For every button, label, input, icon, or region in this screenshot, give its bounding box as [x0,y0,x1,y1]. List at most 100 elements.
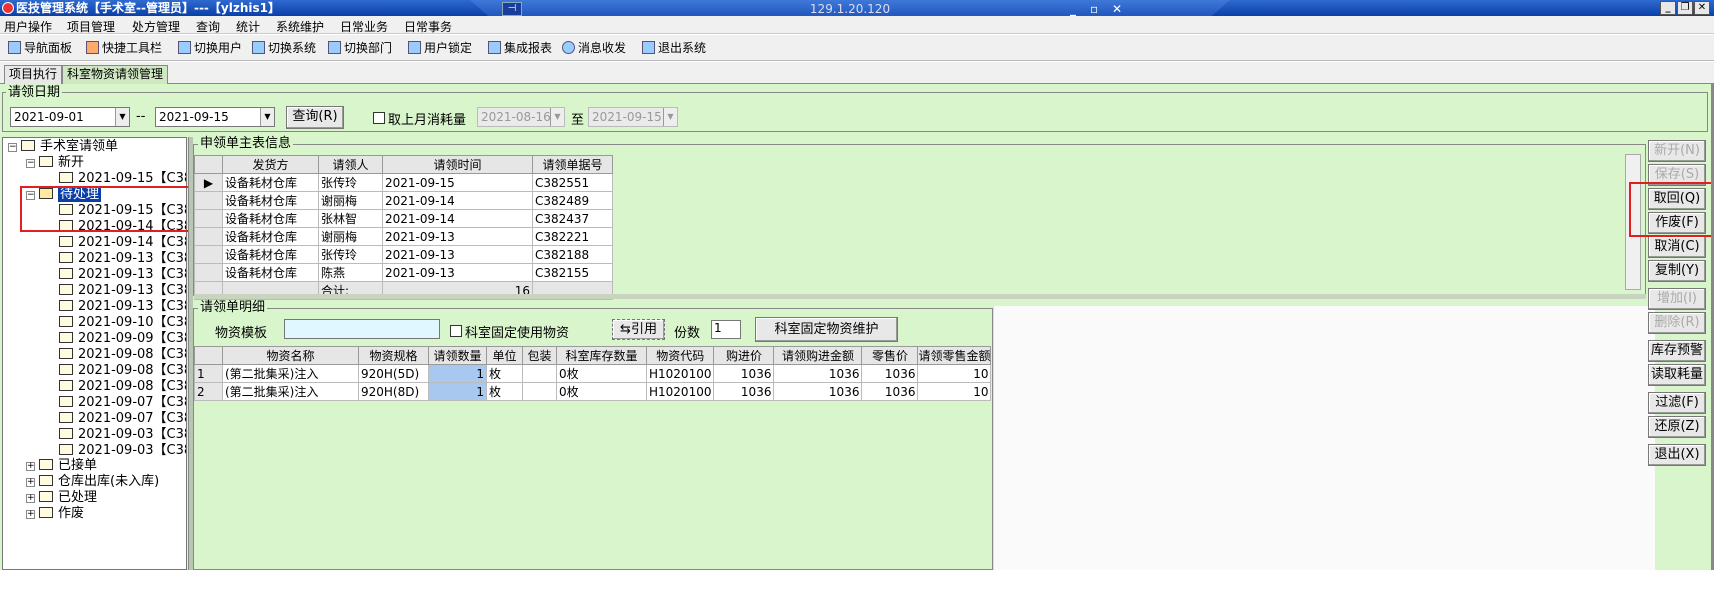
tab-supply-request[interactable]: 科室物资请领管理 [62,65,169,84]
table-cell[interactable]: 枚 [486,382,523,401]
table-cell[interactable]: 1036 [713,382,775,401]
tree-item-pending[interactable]: 2021-09-13【C38 [59,267,186,283]
pin-icon[interactable]: ⊣ [502,2,522,16]
row-header[interactable]: ▶ [194,173,223,192]
table-row[interactable]: 2 (第二批集采)注入 920H(8D) 1 枚 0枚 H1020100 1036 1036 10… [194,382,992,401]
tree-item-pending[interactable]: 2021-09-08【C38 [59,347,186,363]
col-header[interactable]: 请领单据号 [532,155,613,174]
minimize-icon[interactable]: _ [1660,1,1676,15]
close-icon[interactable]: ✕ [1694,1,1710,15]
col-header[interactable]: 请领人 [318,155,383,174]
col-header[interactable]: 请领数量 [428,346,487,365]
table-cell[interactable]: 10 [917,382,992,401]
table-cell[interactable]: 张林智 [318,209,383,228]
table-cell[interactable]: 设备耗材仓库 [222,173,319,192]
query-button[interactable]: 查询(R) [286,106,344,129]
col-header[interactable]: 请领零售金额 [917,346,992,365]
table-cell[interactable]: H1020100 [645,364,715,383]
table-cell[interactable] [522,364,557,383]
table-cell[interactable]: (第二批集采)注入 [222,364,359,383]
table-row[interactable]: 设备耗材仓库 谢丽梅 2021-09-14 C382489 [194,191,613,210]
maintain-fixed-button[interactable]: 科室固定物资维护 [755,317,898,342]
side-button-6[interactable]: 增加(I) [1648,288,1706,310]
table-cell[interactable]: 2021-09-13 [382,227,533,246]
detail-table[interactable]: 物资名称 物资规格 请领数量 单位 包装 科室库存数量 物资代码 购进价 请领购进金额 零售价 请领… [194,346,992,401]
table-cell[interactable]: 2 [194,382,223,401]
table-cell[interactable]: 谢丽梅 [318,227,383,246]
side-button-11[interactable]: 还原(Z) [1648,416,1706,438]
table-cell[interactable]: 1 [428,382,487,401]
user-lock-button[interactable]: 用户锁定 [408,39,472,57]
tree-node-void[interactable]: 作废 [39,506,84,522]
switch-system-button[interactable]: 切换系统 [252,39,316,57]
table-cell[interactable]: C382551 [532,173,613,192]
side-button-0[interactable]: 新开(N) [1648,140,1706,162]
col-header[interactable]: 零售价 [861,346,919,365]
side-button-8[interactable]: 库存预警 [1648,340,1706,362]
table-cell[interactable]: 0枚 [556,382,647,401]
tab-project-exec[interactable]: 项目执行 [4,65,63,84]
col-header[interactable]: 单位 [486,346,523,365]
side-button-7[interactable]: 删除(R) [1648,312,1706,334]
table-cell[interactable]: 1036 [713,364,775,383]
table-cell[interactable]: 920H(5D) [358,364,429,383]
table-row[interactable]: 设备耗材仓库 陈燕 2021-09-13 C382155 [194,263,613,282]
side-button-10[interactable]: 过滤(F) [1648,392,1706,414]
table-cell[interactable]: 谢丽梅 [318,191,383,210]
table-cell[interactable]: 陈燕 [318,263,383,282]
table-row[interactable]: 设备耗材仓库 张林智 2021-09-14 C382437 [194,209,613,228]
tree-item-new[interactable]: 2021-09-15【C38 [59,171,186,187]
expand-icon[interactable]: + [26,510,35,519]
table-row[interactable]: 设备耗材仓库 谢丽梅 2021-09-13 C382221 [194,227,613,246]
last-month-checkbox[interactable] [373,112,385,124]
table-cell[interactable]: 2021-09-13 [382,245,533,264]
table-cell[interactable]: 张传玲 [318,245,383,264]
col-header[interactable]: 物资代码 [645,346,715,365]
table-cell[interactable]: 设备耗材仓库 [222,191,319,210]
menu-user[interactable]: 用户操作 [4,18,52,35]
tree-item-pending[interactable]: 2021-09-13【C38 [59,283,186,299]
date-to-combo[interactable]: 2021-09-15 ▼ [155,107,275,127]
menu-system[interactable]: 系统维护 [276,18,324,35]
menu-daily-affairs[interactable]: 日常事务 [404,18,452,35]
row-header[interactable] [194,245,223,264]
switch-dept-button[interactable]: 切换部门 [328,39,392,57]
tree-node-processed[interactable]: 已处理 [39,490,97,506]
table-row[interactable]: ▶ 设备耗材仓库 张传玲 2021-09-15 C382551 [194,173,613,192]
table-cell[interactable]: 2021-09-15 [382,173,533,192]
table-cell[interactable]: 设备耗材仓库 [222,263,319,282]
quick-toolbar-button[interactable]: 快捷工具栏 [86,39,162,57]
tree-item-pending[interactable]: 2021-09-13【C38 [59,251,186,267]
tree-item-pending[interactable]: 2021-09-13【C38 [59,299,186,315]
table-cell[interactable]: 1036 [773,364,863,383]
last-month-from-combo[interactable]: 2021-08-16 ▼ [477,107,565,127]
messages-button[interactable]: 消息收发 [562,39,626,57]
side-button-5[interactable]: 复制(Y) [1648,260,1706,282]
table-row[interactable]: 1 (第二批集采)注入 920H(5D) 1 枚 0枚 H1020100 1036 1036 10… [194,364,992,383]
tree-item-pending[interactable]: 2021-09-03【C38 [59,443,186,459]
table-cell[interactable]: C382221 [532,227,613,246]
row-header[interactable] [194,263,223,282]
tree-item-pending[interactable]: 2021-09-10【C38 [59,315,186,331]
menu-daily-business[interactable]: 日常业务 [340,18,388,35]
col-header[interactable]: 包装 [522,346,557,365]
restore-icon[interactable]: ❐ [1677,1,1693,15]
table-cell[interactable]: C382155 [532,263,613,282]
tree-item-pending[interactable]: 2021-09-07【C38 [59,395,186,411]
menu-query[interactable]: 查询 [196,18,220,35]
table-cell[interactable]: 1 [428,364,487,383]
table-cell[interactable]: 1036 [861,364,919,383]
fixed-supplies-checkbox[interactable] [450,325,462,337]
tree-item-pending[interactable]: 2021-09-03【C38 [59,427,186,443]
col-header[interactable]: 发货方 [222,155,319,174]
dropdown-arrow-icon[interactable]: ▼ [663,108,677,126]
template-input[interactable] [284,319,440,339]
tree-node-accepted[interactable]: 已接单 [39,458,97,474]
expand-icon[interactable]: + [26,494,35,503]
col-header[interactable]: 购进价 [713,346,775,365]
table-cell[interactable]: 2021-09-14 [382,191,533,210]
table-cell[interactable]: 设备耗材仓库 [222,245,319,264]
reports-button[interactable]: 集成报表 [488,39,552,57]
tree-root[interactable]: 手术室请领单 [21,139,118,155]
menu-prescription[interactable]: 处方管理 [132,18,180,35]
